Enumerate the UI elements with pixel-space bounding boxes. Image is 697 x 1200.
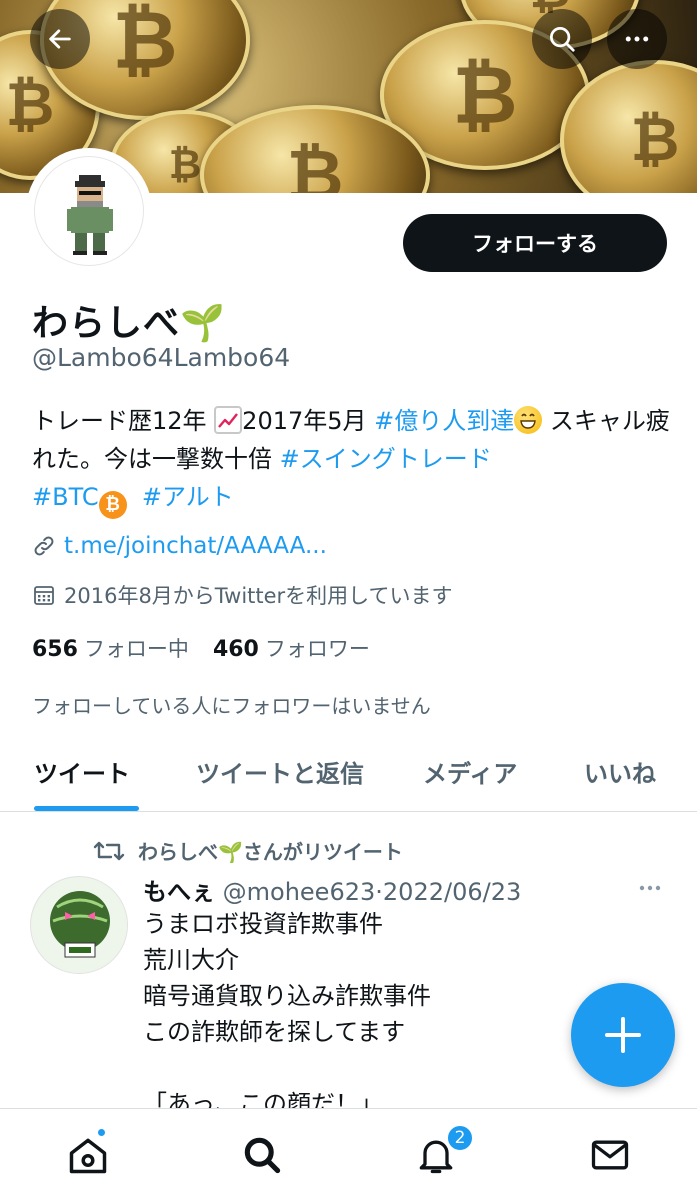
retweet-context[interactable]: わらしべ🌱さんがリツイート xyxy=(92,836,403,865)
retweet-icon xyxy=(93,841,125,860)
tweet-line: この詐欺師を探してます xyxy=(143,1018,406,1046)
hashtag-link[interactable]: #億り人到達 xyxy=(374,407,514,435)
more-button[interactable] xyxy=(607,9,667,69)
followers-label[interactable]: フォロワー xyxy=(265,633,370,663)
link-icon xyxy=(34,536,54,556)
tweet-date[interactable]: 2022/06/23 xyxy=(383,878,521,906)
search-button[interactable] xyxy=(532,9,592,69)
pixel-character-icon xyxy=(67,175,113,255)
notification-badge: 2 xyxy=(446,1124,474,1152)
tweet-header: もへぇ @mohee623·2022/06/23 xyxy=(143,872,521,907)
profile-avatar[interactable] xyxy=(26,148,152,274)
more-horizontal-icon xyxy=(625,36,649,42)
compose-tweet-button[interactable] xyxy=(571,983,675,1087)
bio-text: 2017年5月 xyxy=(242,407,375,435)
profile-link[interactable]: t.me/joinchat/AAAAA... xyxy=(32,533,327,559)
tweet-author-handle[interactable]: @mohee623 xyxy=(223,878,376,906)
nav-messages[interactable] xyxy=(586,1131,634,1179)
tab-media[interactable]: メディア xyxy=(423,754,517,789)
avatar-image xyxy=(34,156,144,266)
tweet-line: 荒川大介 xyxy=(143,946,239,974)
follow-button[interactable]: フォローする xyxy=(403,214,667,272)
tweet-more-button[interactable] xyxy=(636,876,664,904)
bio-text: トレード歴12年 xyxy=(32,407,215,435)
search-icon xyxy=(244,1137,281,1174)
tweet-line xyxy=(143,1050,431,1086)
tweet-line: うまロボ投資詐欺事件 xyxy=(143,910,383,938)
home-icon xyxy=(69,1138,107,1174)
arrow-left-icon xyxy=(49,29,71,49)
tab-tweets-and-replies[interactable]: ツイートと返信 xyxy=(196,754,364,789)
tweet-text[interactable]: うまロボ投資詐欺事件 荒川大介 暗号通貨取り込み詐欺事件 この詐欺師を探してます… xyxy=(143,906,431,1122)
tweet-author-name[interactable]: もへぇ xyxy=(143,878,215,906)
profile-link-text[interactable]: t.me/joinchat/AAAAA... xyxy=(64,533,327,559)
tweet-separator: · xyxy=(375,878,383,906)
joined-date: 2016年8月からTwitterを利用しています xyxy=(32,580,453,610)
tab-likes[interactable]: いいね xyxy=(584,754,656,789)
mutual-followers-note: フォローしている人にフォロワーはいません xyxy=(32,694,431,718)
retweet-label: わらしべ🌱さんがリツイート xyxy=(138,840,403,864)
mail-icon xyxy=(591,1140,629,1170)
plus-icon xyxy=(605,1017,641,1053)
more-horizontal-icon xyxy=(639,885,661,891)
active-tab-indicator xyxy=(34,806,139,811)
user-handle: @Lambo64Lambo64 xyxy=(32,343,291,372)
back-button[interactable] xyxy=(30,9,90,69)
following-label[interactable]: フォロー中 xyxy=(84,633,189,663)
profile-tabs: ツイート ツイートと返信 メディア いいね xyxy=(0,740,697,812)
following-count[interactable]: 656 xyxy=(32,637,78,662)
bitcoin-icon: ₿ xyxy=(98,491,127,519)
chart-increasing-icon xyxy=(214,406,243,434)
follow-stats: 656 フォロー中 460 フォロワー xyxy=(32,633,370,663)
bottom-navigation: 2 xyxy=(0,1108,697,1200)
joined-text: 2016年8月からTwitterを利用しています xyxy=(64,584,453,608)
hashtag-link[interactable]: #スイングトレード xyxy=(280,445,492,473)
search-icon xyxy=(550,27,575,52)
tweet-author-avatar[interactable] xyxy=(30,876,128,974)
home-new-indicator xyxy=(96,1127,107,1138)
author-photo-icon xyxy=(31,877,127,973)
followers-count[interactable]: 460 xyxy=(213,637,259,662)
calendar-icon xyxy=(34,586,54,605)
tab-tweets[interactable]: ツイート xyxy=(34,754,130,789)
nav-explore[interactable] xyxy=(238,1131,286,1179)
grinning-face-icon xyxy=(514,406,543,434)
profile-bio: トレード歴12年 2017年5月 #億り人到達 スキャル疲れた。今は一撃数十倍 … xyxy=(32,402,672,519)
nav-home[interactable] xyxy=(64,1131,112,1179)
display-name: わらしべ🌱 xyxy=(32,303,226,344)
hashtag-link[interactable]: #BTC xyxy=(32,483,99,511)
hashtag-link[interactable]: #アルト xyxy=(142,483,234,511)
tweet-line: 暗号通貨取り込み詐欺事件 xyxy=(143,982,431,1010)
